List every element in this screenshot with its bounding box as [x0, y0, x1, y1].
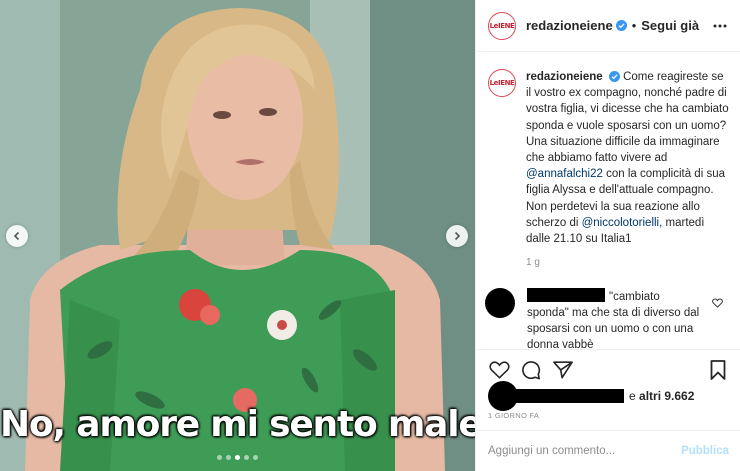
comment-like-heart-icon[interactable] — [712, 298, 723, 308]
carousel-dot-active — [235, 455, 240, 460]
bookmark-icon — [710, 359, 726, 380]
chevron-right-icon — [454, 231, 461, 241]
caption-text: redazioneiene Come reagireste se il vost… — [526, 69, 729, 247]
le-iene-logo: LeIENE — [489, 21, 515, 30]
following-button[interactable]: Segui già — [641, 18, 699, 33]
comment-item: "cambiato sponda" ma che sta di diverso … — [476, 268, 740, 349]
add-comment-form: Pubblica — [476, 430, 740, 471]
comment-bubble-icon — [522, 360, 541, 379]
comments-section[interactable]: LeIENE redazioneiene Come reagireste se … — [476, 53, 740, 349]
author-avatar[interactable]: LeIENE — [488, 11, 516, 40]
liker-username-redacted[interactable] — [514, 389, 624, 403]
caption-author-username[interactable]: redazioneiene — [526, 71, 603, 83]
header-separator: • — [631, 18, 637, 33]
carousel-dot — [217, 455, 222, 460]
caption-time-ago: 1 g — [526, 257, 540, 269]
likes-count[interactable]: e altri 9.662 — [629, 389, 694, 403]
save-button[interactable] — [707, 359, 729, 381]
le-iene-logo: LeIENE — [489, 79, 515, 87]
verified-badge-icon — [608, 71, 620, 83]
post-photo — [0, 0, 475, 471]
likes-prefix: e — [629, 389, 636, 403]
next-slide-button[interactable] — [446, 225, 468, 247]
post-date: 1 GIORNO FA — [488, 411, 540, 420]
caption-segment: Come reagireste se il vostro ex compagno… — [526, 71, 729, 165]
like-button[interactable] — [488, 359, 510, 381]
post-header: LeIENE redazioneiene • Segui già — [476, 0, 740, 52]
previous-slide-button[interactable] — [6, 225, 28, 247]
more-options-button[interactable] — [712, 18, 728, 34]
verified-badge-icon — [615, 20, 627, 31]
paper-plane-icon — [553, 361, 573, 379]
carousel-indicator — [0, 455, 475, 460]
comment-text: "cambiato sponda" ma che sta di diverso … — [527, 288, 702, 349]
publish-button[interactable]: Pubblica — [681, 445, 729, 457]
post-media[interactable]: No, amore mi sento male — [0, 0, 475, 471]
commenter-avatar-redacted[interactable] — [485, 288, 515, 319]
comment-button[interactable] — [520, 359, 542, 381]
commenter-username-redacted[interactable] — [527, 288, 605, 303]
comment-input[interactable] — [488, 445, 674, 457]
share-button[interactable] — [552, 359, 574, 381]
carousel-dot — [244, 455, 249, 460]
post-side-panel: LeIENE redazioneiene • Segui già LeIENE … — [475, 0, 740, 471]
video-subtitle: No, amore mi sento male — [0, 404, 475, 445]
chevron-left-icon — [13, 231, 20, 241]
more-dots-icon — [713, 24, 727, 27]
heart-icon — [488, 361, 510, 379]
caption-author-avatar[interactable]: LeIENE — [488, 69, 516, 97]
mention-link[interactable]: @annafalchi22 — [526, 168, 603, 180]
likes-label: altri 9.662 — [639, 389, 695, 403]
author-username[interactable]: redazioneiene — [526, 18, 613, 33]
post-caption: LeIENE redazioneiene Come reagireste se … — [476, 53, 740, 247]
mention-link[interactable]: @niccolotorielli — [582, 217, 660, 229]
carousel-dot — [226, 455, 231, 460]
carousel-dot — [253, 455, 258, 460]
likes-summary[interactable]: e altri 9.662 — [488, 381, 694, 411]
